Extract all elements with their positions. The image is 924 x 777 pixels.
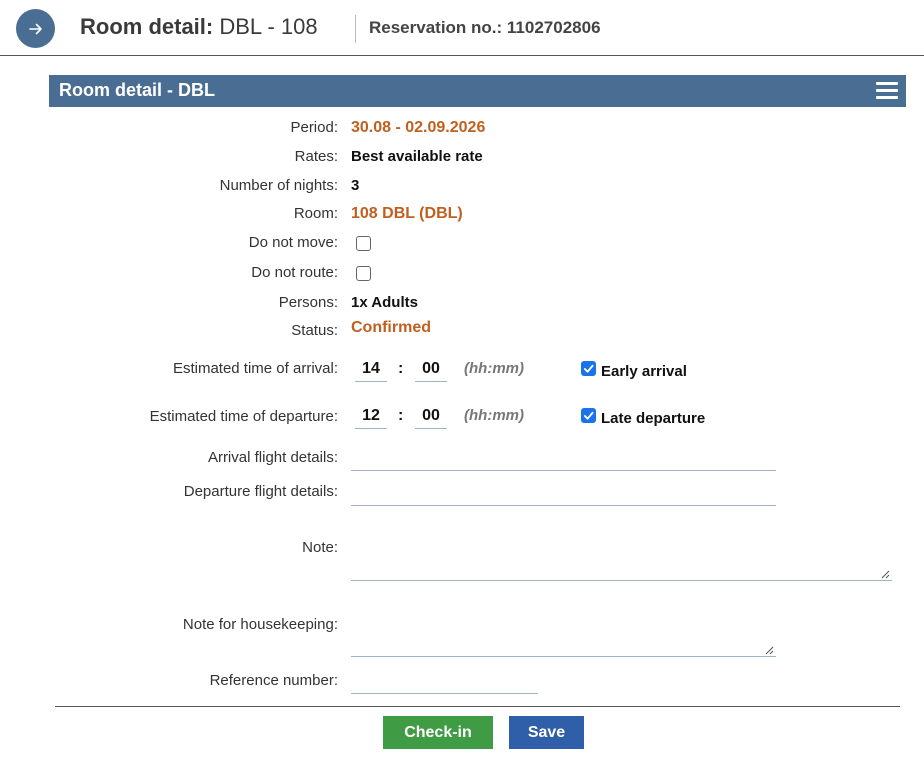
period-value: 30.08 - 02.09.2026	[351, 119, 486, 136]
nights-label: Number of nights:	[219, 177, 338, 194]
arrival-time-label: Estimated time of arrival:	[172, 360, 338, 377]
hamburger-menu-icon[interactable]	[876, 82, 898, 100]
arrival-time-hint: (hh:mm)	[464, 360, 524, 377]
resize-handle-icon[interactable]	[881, 570, 890, 579]
arrival-flight-input[interactable]	[351, 445, 776, 471]
do-not-route-label: Do not route:	[251, 264, 338, 281]
reference-number-input[interactable]	[351, 668, 538, 694]
title-divider	[355, 15, 356, 43]
nights-value: 3	[351, 177, 360, 194]
reference-number-label: Reference number:	[209, 672, 338, 689]
departure-minutes-input[interactable]	[415, 403, 447, 429]
departure-time-colon: :	[398, 407, 404, 424]
page-title-prefix: Room detail:	[80, 14, 214, 39]
check-in-button[interactable]: Check-in	[383, 716, 493, 749]
room-label: Room:	[293, 205, 338, 222]
footer-divider	[55, 706, 900, 707]
arrow-right-icon	[28, 23, 42, 34]
status-label: Status:	[291, 322, 338, 339]
departure-flight-label: Departure flight details:	[183, 483, 338, 500]
housekeeping-note-textarea[interactable]	[351, 610, 776, 657]
page-title-room: DBL - 108	[219, 14, 318, 39]
housekeeping-note-label: Note for housekeeping:	[182, 616, 338, 633]
save-button[interactable]: Save	[509, 716, 584, 749]
note-textarea[interactable]	[351, 534, 892, 581]
status-value: Confirmed	[351, 319, 431, 336]
departure-time-hint: (hh:mm)	[464, 407, 524, 424]
arrival-hours-input[interactable]	[355, 356, 387, 382]
arrival-minutes-input[interactable]	[415, 356, 447, 382]
persons-label: Persons:	[278, 294, 338, 311]
panel-header: Room detail - DBL	[49, 75, 906, 107]
departure-flight-input[interactable]	[351, 480, 776, 506]
early-arrival-checkbox[interactable]	[581, 361, 596, 376]
top-bar: Room detail: DBL - 108 Reservation no.: …	[0, 0, 924, 56]
checkmark-icon	[583, 364, 594, 373]
departure-hours-input[interactable]	[355, 403, 387, 429]
room-value[interactable]: 108 DBL (DBL)	[351, 205, 463, 223]
arrival-flight-label: Arrival flight details:	[207, 449, 338, 466]
persons-value: 1x Adults	[351, 294, 418, 311]
rates-value: Best available rate	[351, 148, 483, 165]
do-not-move-checkbox[interactable]	[356, 236, 371, 251]
panel-title: Room detail - DBL	[59, 80, 215, 100]
reservation-number: Reservation no.: 1102702806	[369, 18, 601, 37]
early-arrival-label: Early arrival	[601, 363, 687, 380]
checkmark-icon	[583, 411, 594, 420]
arrival-time-colon: :	[398, 360, 404, 377]
late-departure-label: Late departure	[601, 410, 706, 427]
back-button[interactable]	[16, 9, 55, 48]
resize-handle-icon[interactable]	[765, 646, 774, 655]
late-departure-checkbox[interactable]	[581, 408, 596, 423]
period-label: Period:	[290, 119, 338, 136]
note-label: Note:	[302, 539, 338, 556]
page-title: Room detail: DBL - 108	[80, 14, 318, 40]
rates-label: Rates:	[294, 148, 338, 165]
do-not-move-label: Do not move:	[248, 234, 338, 251]
departure-time-label: Estimated time of departure:	[149, 408, 338, 425]
do-not-route-checkbox[interactable]	[356, 266, 371, 281]
